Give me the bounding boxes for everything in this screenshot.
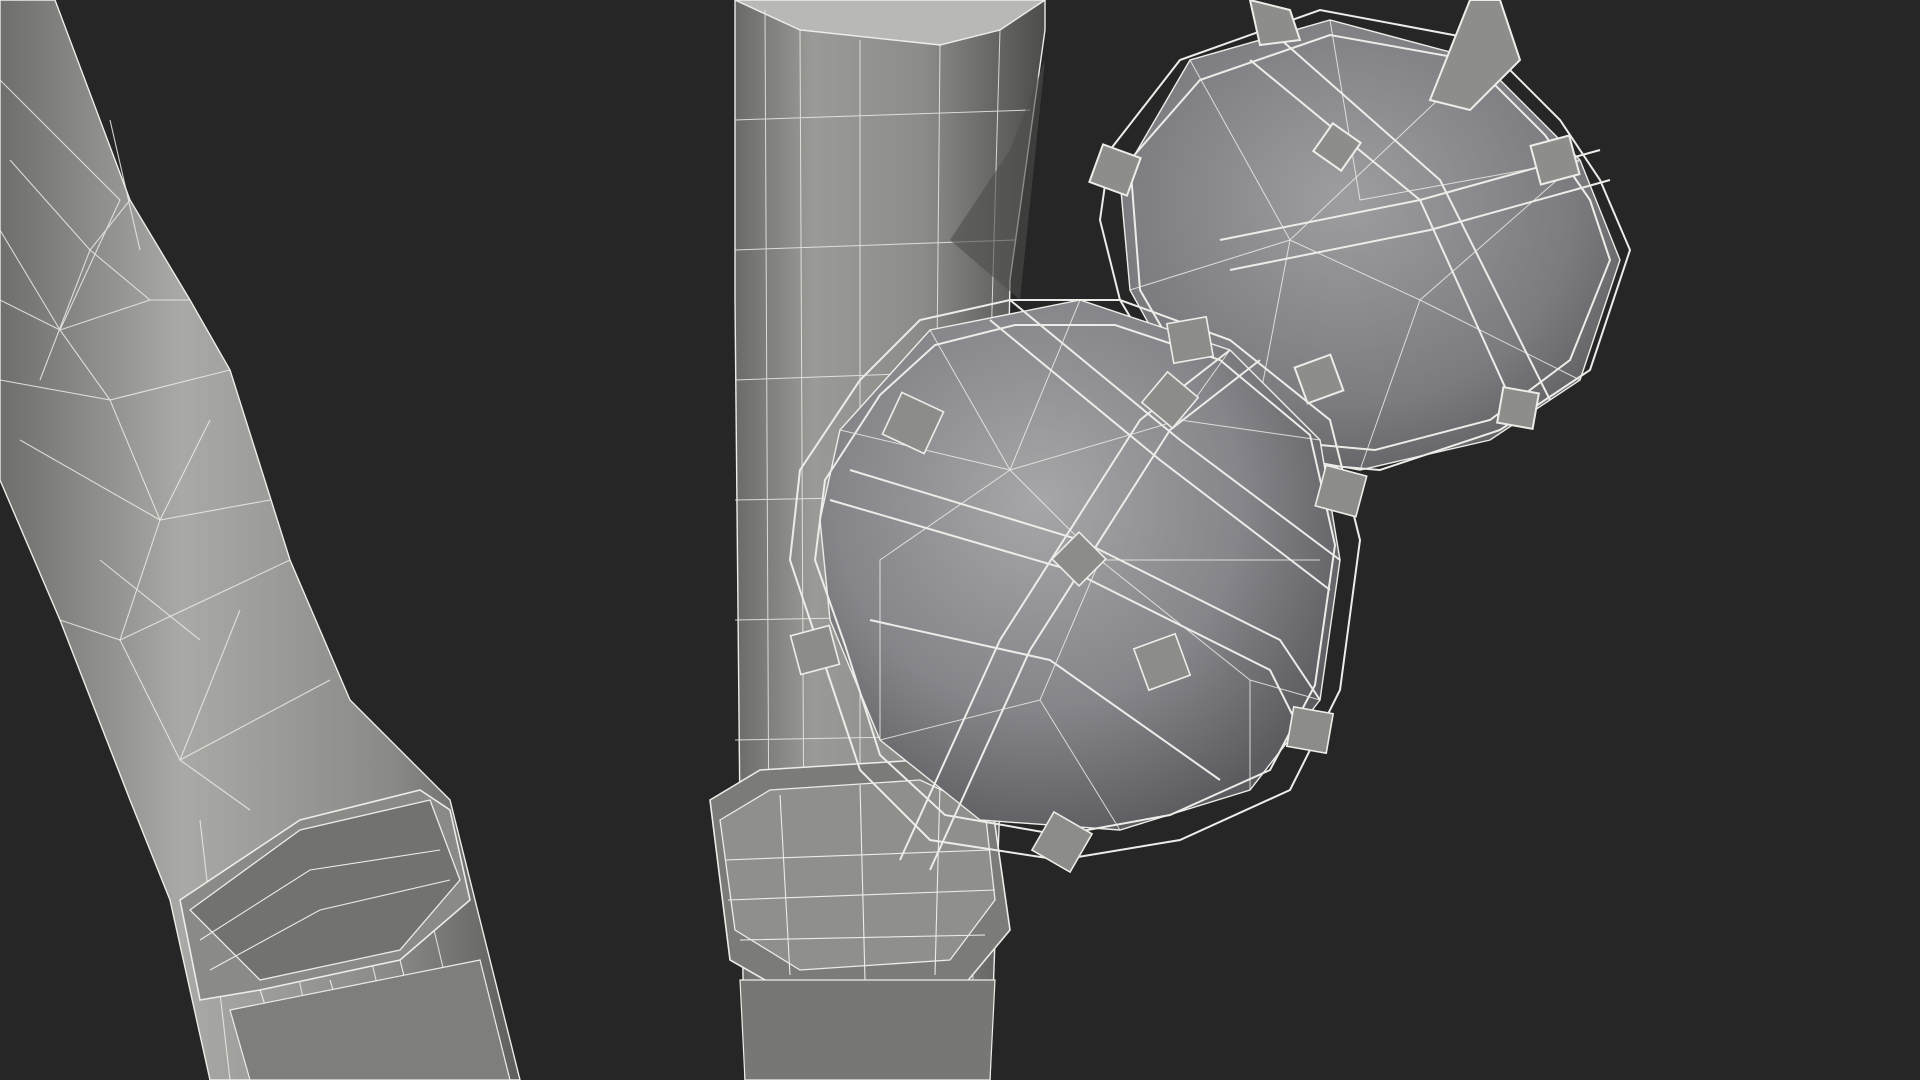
- left-staff: [0, 0, 521, 1080]
- wireframe-render: [0, 0, 1632, 1080]
- viewport[interactable]: [0, 0, 1920, 1080]
